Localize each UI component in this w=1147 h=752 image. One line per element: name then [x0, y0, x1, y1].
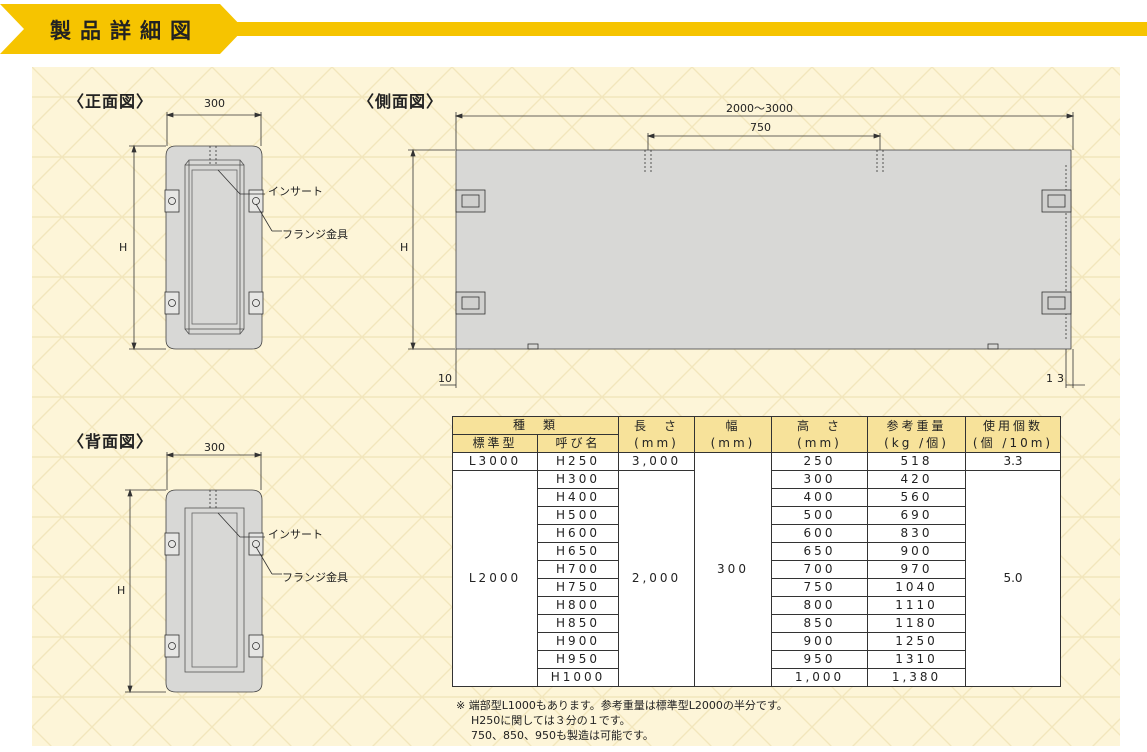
spec-table: 種 類 長 さ (mm) 幅 (mm) 高 さ (mm) 参考重量 (kg /個) 使用… [452, 416, 1061, 687]
header-height: 高 さ (mm) [771, 416, 868, 453]
note-line: H250に関しては３分の１です。 [471, 714, 631, 727]
cell-height: 300 [771, 470, 868, 489]
cell-name: H650 [537, 542, 619, 561]
cell-weight: 1,380 [867, 668, 966, 687]
cell-count: 3.3 [965, 452, 1061, 471]
header-weight: 参考重量 (kg /個) [867, 416, 966, 453]
cell-width: 300 [694, 452, 772, 687]
back-height-dimension: H [117, 584, 126, 597]
side-length-dimension: 2000～3000 [726, 102, 793, 115]
cell-height: 950 [771, 650, 868, 669]
cell-height: 750 [771, 578, 868, 597]
cell-weight: 830 [867, 524, 966, 543]
cell-length: 3,000 [618, 452, 695, 471]
front-width-dimension: 300 [204, 97, 225, 110]
cell-name: H400 [537, 488, 619, 507]
cell-weight: 560 [867, 488, 966, 507]
cell-height: 1,000 [771, 668, 868, 687]
cell-height: 500 [771, 506, 868, 525]
side-inner-dimension: 750 [750, 121, 771, 134]
header-length: 長 さ (mm) [618, 416, 695, 453]
front-insert-label: インサート [268, 185, 323, 198]
cell-weight: 518 [867, 452, 966, 471]
cell-standard: L2000 [452, 470, 538, 687]
cell-name: H500 [537, 506, 619, 525]
cell-length: 2,000 [618, 470, 695, 687]
table-row: L3000 H250 3,000 300 250 518 3.3 [452, 452, 1061, 687]
cell-height: 250 [771, 452, 868, 471]
side-height-dimension: H [400, 241, 409, 254]
header-width: 幅 (mm) [694, 416, 772, 453]
note-line: 750、850、950も製造は可能です。 [471, 729, 654, 742]
cell-height: 850 [771, 614, 868, 633]
cell-name: H1000 [537, 668, 619, 687]
side-view-title: 〈側面図〉 [358, 92, 444, 111]
cell-name: H300 [537, 470, 619, 489]
front-view-title: 〈正面図〉 [68, 92, 154, 111]
cell-weight: 1180 [867, 614, 966, 633]
cell-weight: 1040 [867, 578, 966, 597]
back-width-dimension: 300 [204, 441, 225, 454]
front-height-dimension: H [119, 241, 128, 254]
cell-weight: 1110 [867, 596, 966, 615]
cell-name: H750 [537, 578, 619, 597]
side-left-offset: 10 [438, 372, 452, 385]
header-standard: 標準型 [452, 434, 538, 453]
front-view-drawing [129, 112, 282, 351]
back-view-title: 〈背面図〉 [68, 432, 154, 451]
cell-name: H800 [537, 596, 619, 615]
side-right-offset: 13 [1046, 372, 1068, 385]
cell-name: H950 [537, 650, 619, 669]
cell-count: 5.0 [965, 470, 1061, 687]
cell-name: H850 [537, 614, 619, 633]
cell-name: H700 [537, 560, 619, 579]
back-insert-label: インサート [268, 528, 323, 541]
side-view-drawing [408, 112, 1085, 388]
cell-name: H250 [537, 452, 619, 471]
cell-height: 650 [771, 542, 868, 561]
cell-weight: 420 [867, 470, 966, 489]
cell-height: 800 [771, 596, 868, 615]
cell-weight: 1250 [867, 632, 966, 651]
cell-height: 400 [771, 488, 868, 507]
cell-name: H900 [537, 632, 619, 651]
cell-name: H600 [537, 524, 619, 543]
header-kind: 種 類 [452, 416, 619, 435]
cell-weight: 900 [867, 542, 966, 561]
cell-height: 600 [771, 524, 868, 543]
note-line: ※ 端部型L1000もあります。参考重量は標準型L2000の半分です。 [456, 699, 788, 712]
front-flange-label: フランジ金具 [282, 228, 348, 241]
page: 製品詳細図 〈正面図〉 300 H インサート フランジ金具 〈側面図〉 200… [0, 0, 1147, 752]
cell-standard: L3000 [452, 452, 538, 471]
cell-height: 700 [771, 560, 868, 579]
header-name: 呼び名 [537, 434, 619, 453]
back-flange-label: フランジ金具 [282, 571, 348, 584]
header-count: 使用個数 (個 /10m) [965, 416, 1061, 453]
cell-height: 900 [771, 632, 868, 651]
cell-weight: 970 [867, 560, 966, 579]
cell-weight: 690 [867, 506, 966, 525]
back-view-drawing [125, 452, 282, 694]
cell-weight: 1310 [867, 650, 966, 669]
